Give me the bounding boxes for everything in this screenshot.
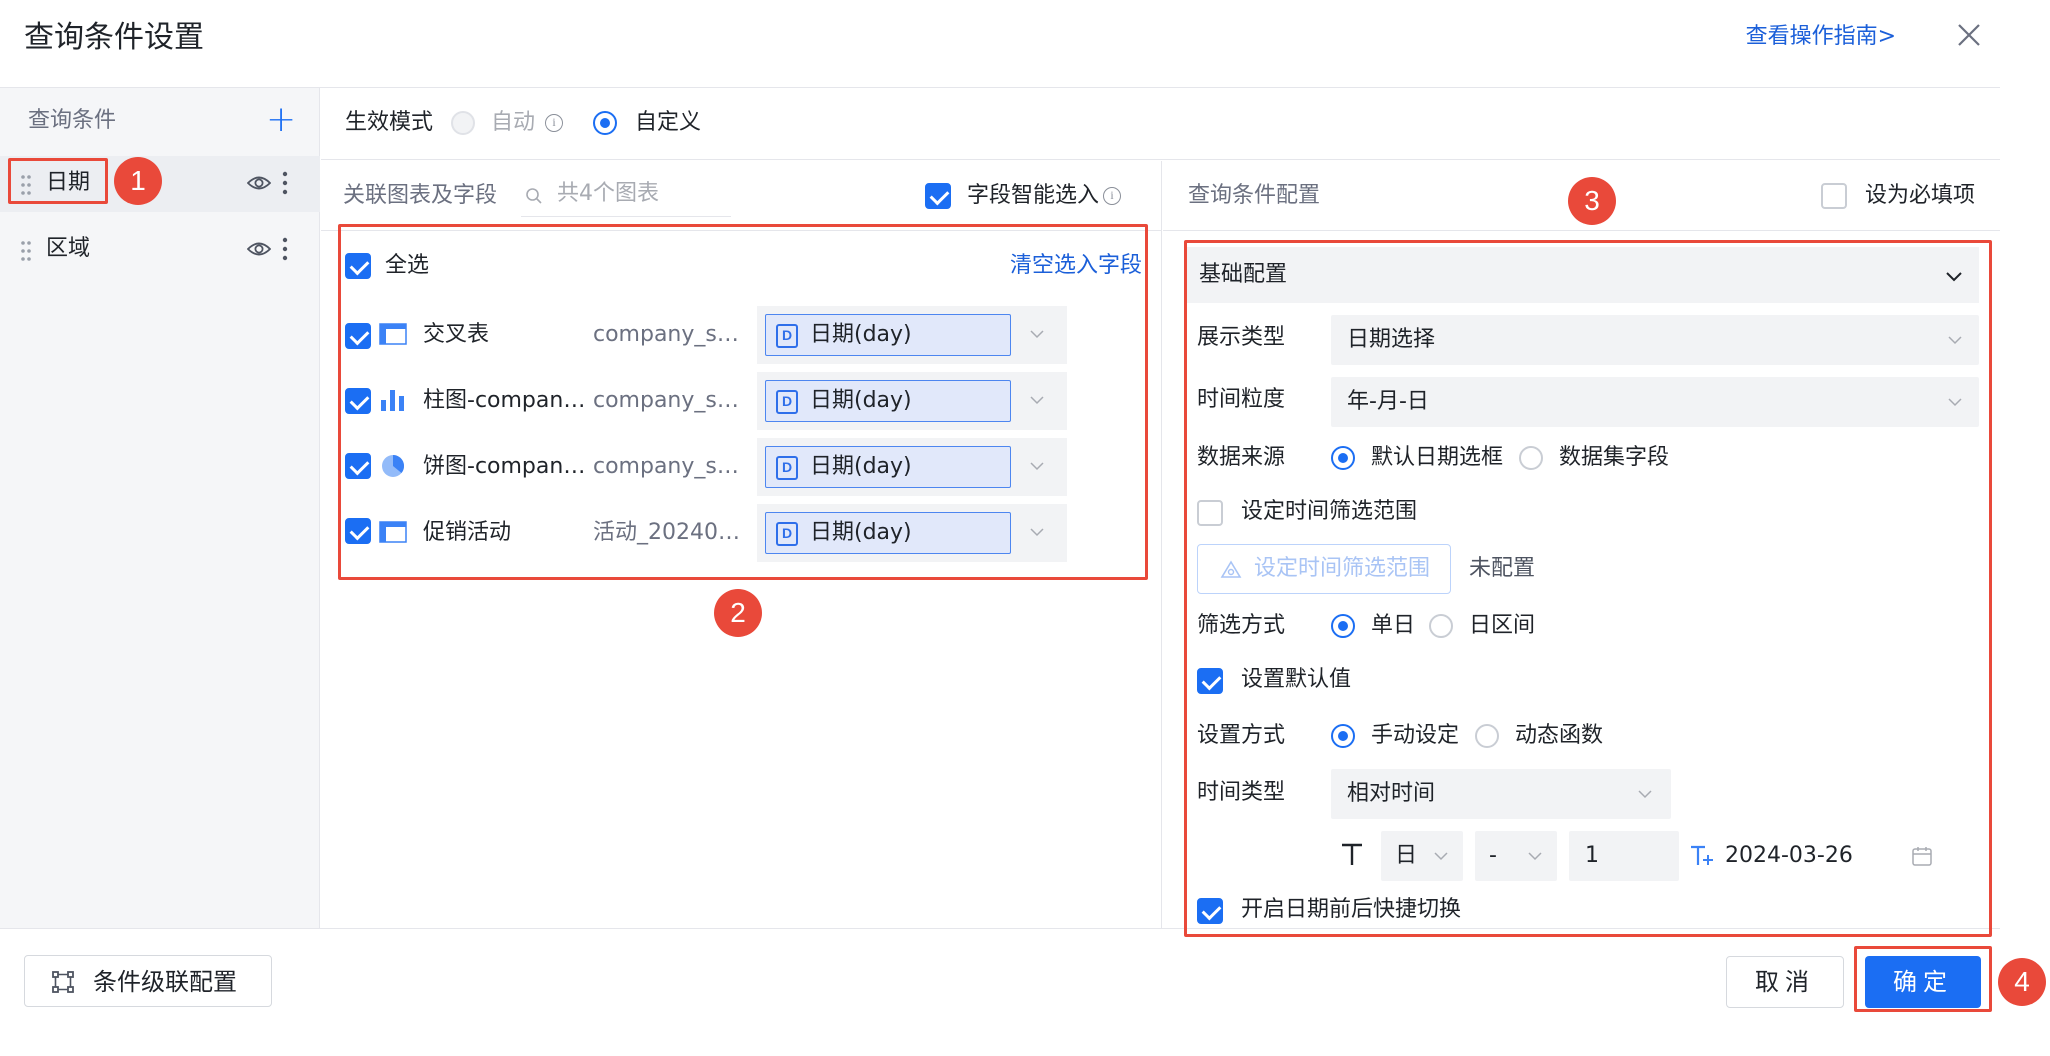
drag-handle-icon[interactable]: [20, 240, 32, 262]
page-gutter: [2000, 0, 2050, 1056]
mode-auto-label: 自动: [491, 110, 536, 135]
cascade-config-button[interactable]: 条件级联配置: [24, 955, 272, 1007]
chart-search-input[interactable]: 共4个图表: [521, 175, 731, 217]
condition-item-area[interactable]: 区域: [0, 222, 320, 278]
mode-custom-label: 自定义: [635, 110, 702, 135]
chart-search-placeholder: 共4个图表: [557, 181, 659, 206]
guide-link[interactable]: 查看操作指南>: [1746, 20, 1896, 54]
mode-auto-radio[interactable]: [451, 111, 475, 135]
dialog-title: 查询条件设置: [24, 20, 204, 55]
annotation-badge: 1: [114, 157, 162, 205]
add-condition-button[interactable]: +: [266, 102, 296, 138]
effect-mode-label: 生效模式: [345, 110, 434, 135]
condition-list-panel: 查询条件 + 日期 区域: [0, 88, 320, 928]
annotation-highlight: [8, 158, 108, 204]
effect-mode-row: 生效模式 自动 i 自定义: [321, 88, 2000, 160]
condition-item-label: 区域: [46, 236, 91, 261]
required-label: 设为必填项: [1865, 183, 1976, 208]
annotation-badge: 4: [1998, 958, 2046, 1006]
condition-config-label: 查询条件配置: [1188, 183, 1321, 208]
more-icon[interactable]: [282, 171, 288, 195]
more-icon[interactable]: [282, 237, 288, 261]
query-condition-dialog: 查询条件设置 查看操作指南> 查询条件 + 日期 区域 生效模式 自动 i 自定…: [0, 0, 2000, 1056]
smart-select-label: 字段智能选入: [967, 183, 1100, 208]
cancel-button[interactable]: 取消: [1726, 956, 1844, 1008]
annotation-badge: 3: [1568, 177, 1616, 225]
linked-charts-header: 关联图表及字段 共4个图表 字段智能选入 i: [321, 161, 1162, 231]
info-icon[interactable]: i: [1103, 187, 1121, 205]
close-icon[interactable]: [1954, 20, 1984, 50]
cascade-icon: [52, 971, 74, 993]
cascade-config-label: 条件级联配置: [93, 968, 237, 996]
search-icon: [526, 188, 542, 204]
dialog-footer: 条件级联配置 取消 确定: [0, 928, 2000, 1056]
required-checkbox[interactable]: [1821, 183, 1847, 209]
eye-icon[interactable]: [247, 238, 271, 260]
info-icon[interactable]: i: [545, 114, 563, 132]
annotation-highlight: [1854, 946, 1992, 1012]
smart-select-checkbox[interactable]: [925, 183, 951, 209]
condition-list-title: 查询条件: [28, 108, 117, 133]
linked-charts-label: 关联图表及字段: [343, 183, 498, 208]
annotation-badge: 2: [714, 589, 762, 637]
dialog-header: 查询条件设置 查看操作指南>: [0, 0, 2000, 88]
annotation-highlight: [1184, 240, 1992, 937]
mode-custom-radio[interactable]: [593, 111, 617, 135]
eye-icon[interactable]: [247, 172, 271, 194]
annotation-highlight: [338, 224, 1148, 580]
